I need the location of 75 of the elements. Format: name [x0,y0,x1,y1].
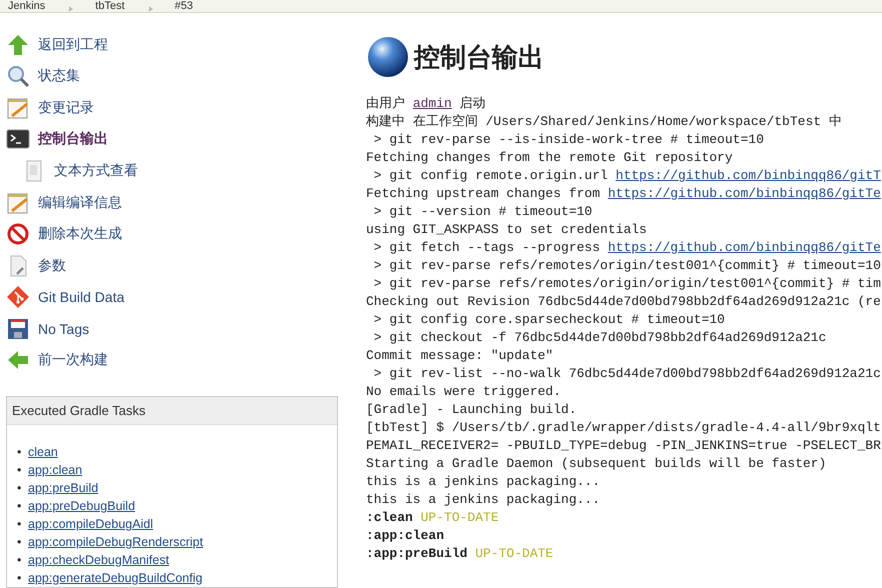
breadcrumb-separator-icon [148,6,153,12]
up-arrow-icon [6,32,30,57]
page-title: 控制台输出 [414,40,544,74]
sidebar-item[interactable]: 编辑编译信息 [6,186,122,218]
git-logo-icon [6,285,30,310]
task-link[interactable]: app:preDebugBuild [28,497,136,516]
console-text: > git --version # timeout=10 [372,203,592,221]
console-text: No emails were triggered. [366,383,562,401]
bullet: • [17,480,22,498]
task-link[interactable]: app:clean [28,461,82,480]
bullet: • [17,462,22,480]
console-text: Fetching changes from the remote Git repository [366,149,733,167]
console-text: 启动 [458,95,486,113]
task-name: :clean [366,509,413,527]
globe-icon [366,35,410,79]
sidebar-item[interactable]: 删除本次生成 [6,218,122,250]
console-text: Starting a Gradle Daemon (subsequent builds will be faster) [366,455,826,473]
console-text: 由用户 [366,95,406,113]
status-text: UP-TO-DATE [420,509,499,527]
sidebar-item[interactable]: 控制台输出 [6,124,108,156]
console-text: using GIT_ASKPASS to set credentials [366,221,647,239]
bullet: • [17,552,22,570]
sidebar-item[interactable]: No Tags [6,312,90,344]
bullet: • [17,516,22,534]
url-link[interactable]: https://github.com/binbinqq86/gitT [616,167,881,185]
sidebar-item[interactable]: 状态集 [6,60,80,92]
forbidden-icon [6,222,30,246]
console-text: > git checkout -f 76dbc5d44de7d00bd798bb2df64ad269d912a21c [372,329,826,347]
console-text: > git rev-parse refs/remotes/origin/test001^{commit} # timeout=10 [372,257,881,275]
breadcrumb-separator-icon [69,6,74,12]
task-link[interactable]: app:compileDebugAidl [28,515,154,534]
status-text: UP-TO-DATE [475,545,554,563]
console-text: > git rev-parse --is-inside-work-tree # timeout=10 [372,131,764,149]
terminal-icon [6,127,30,152]
console-text: this is a jenkins packaging... [366,473,600,491]
console-text: Fetching upstream changes from [366,185,602,203]
console-text: this is a jenkins packaging... [366,491,600,509]
console-text: 构建中 在工作空间 /Users/Shared/Jenkins/Home/workspace/tbTest 中 [366,113,842,131]
search-icon [6,64,30,88]
console-text: > git config core.sparsecheckout # timeout=10 [372,311,725,329]
console-text: > git rev-parse refs/remotes/origin/origin/test001^{commit} # tim [372,275,881,293]
task-link[interactable]: app:compileDebugRenderscript [28,533,204,552]
task-link[interactable]: app:preBuild [28,479,98,498]
console-text: > git config remote.origin.url [372,167,609,185]
sidebar-item[interactable]: 变更记录 [6,92,94,124]
panel-header: Executed Gradle Tasks [7,397,337,426]
sidebar-subitem[interactable]: 文本方式查看 [6,155,138,187]
breadcrumb-link[interactable]: #53 [174,1,208,12]
bullet: • [17,444,22,462]
breadcrumb-link[interactable]: Jenkins [8,1,60,12]
task-name: :app:clean [366,527,444,545]
sidebar-item[interactable]: 前一次构建 [6,344,108,376]
task-name: :app:preBuild [366,545,468,563]
task-link[interactable]: app:generateDebugBuildConfig [28,569,202,588]
console-text: PEMAIL_RECEIVER2= -PBUILD_TYPE=debug -PIN_JENKINS=true -PSELECT_BR [366,437,881,455]
console-text: [tbTest] $ /Users/tb/.gradle/wrapper/dists/gradle-4.4-all/9br9xqlt [366,419,881,437]
url-link[interactable]: https://github.com/binbinqq86/gitTe [608,239,881,257]
url-link[interactable]: https://github.com/binbinqq86/gitTe [608,185,881,203]
console-text: Checking out Revision 76dbc5d44de7d00bd798bb2df64ad269d912a21c (re [366,293,881,311]
task-link[interactable]: clean [28,443,58,462]
console-text: [Gradle] - Launching build. [366,401,577,419]
bullet: • [17,498,22,516]
sidebar-item[interactable]: 参数 [6,250,66,282]
notepad-pencil-icon [6,96,30,120]
console-text: Commit message: "update" [366,347,554,365]
breadcrumb-link[interactable]: tbTest [95,1,139,12]
sidebar-item[interactable]: Git Build Data [6,281,124,313]
bullet: • [17,534,22,552]
sidebar-item[interactable]: 返回到工程 [6,29,108,61]
notepad-pencil-icon [6,190,30,214]
console-text: > git rev-list --no-walk 76dbc5d44de7d00bd798bb2df64ad269d912a21c [372,365,881,383]
task-link[interactable]: app:checkDebugManifest [28,551,170,570]
user-link[interactable]: admin [412,95,452,113]
bullet: • [17,570,22,588]
console-text: > git fetch --tags --progress [372,239,602,257]
